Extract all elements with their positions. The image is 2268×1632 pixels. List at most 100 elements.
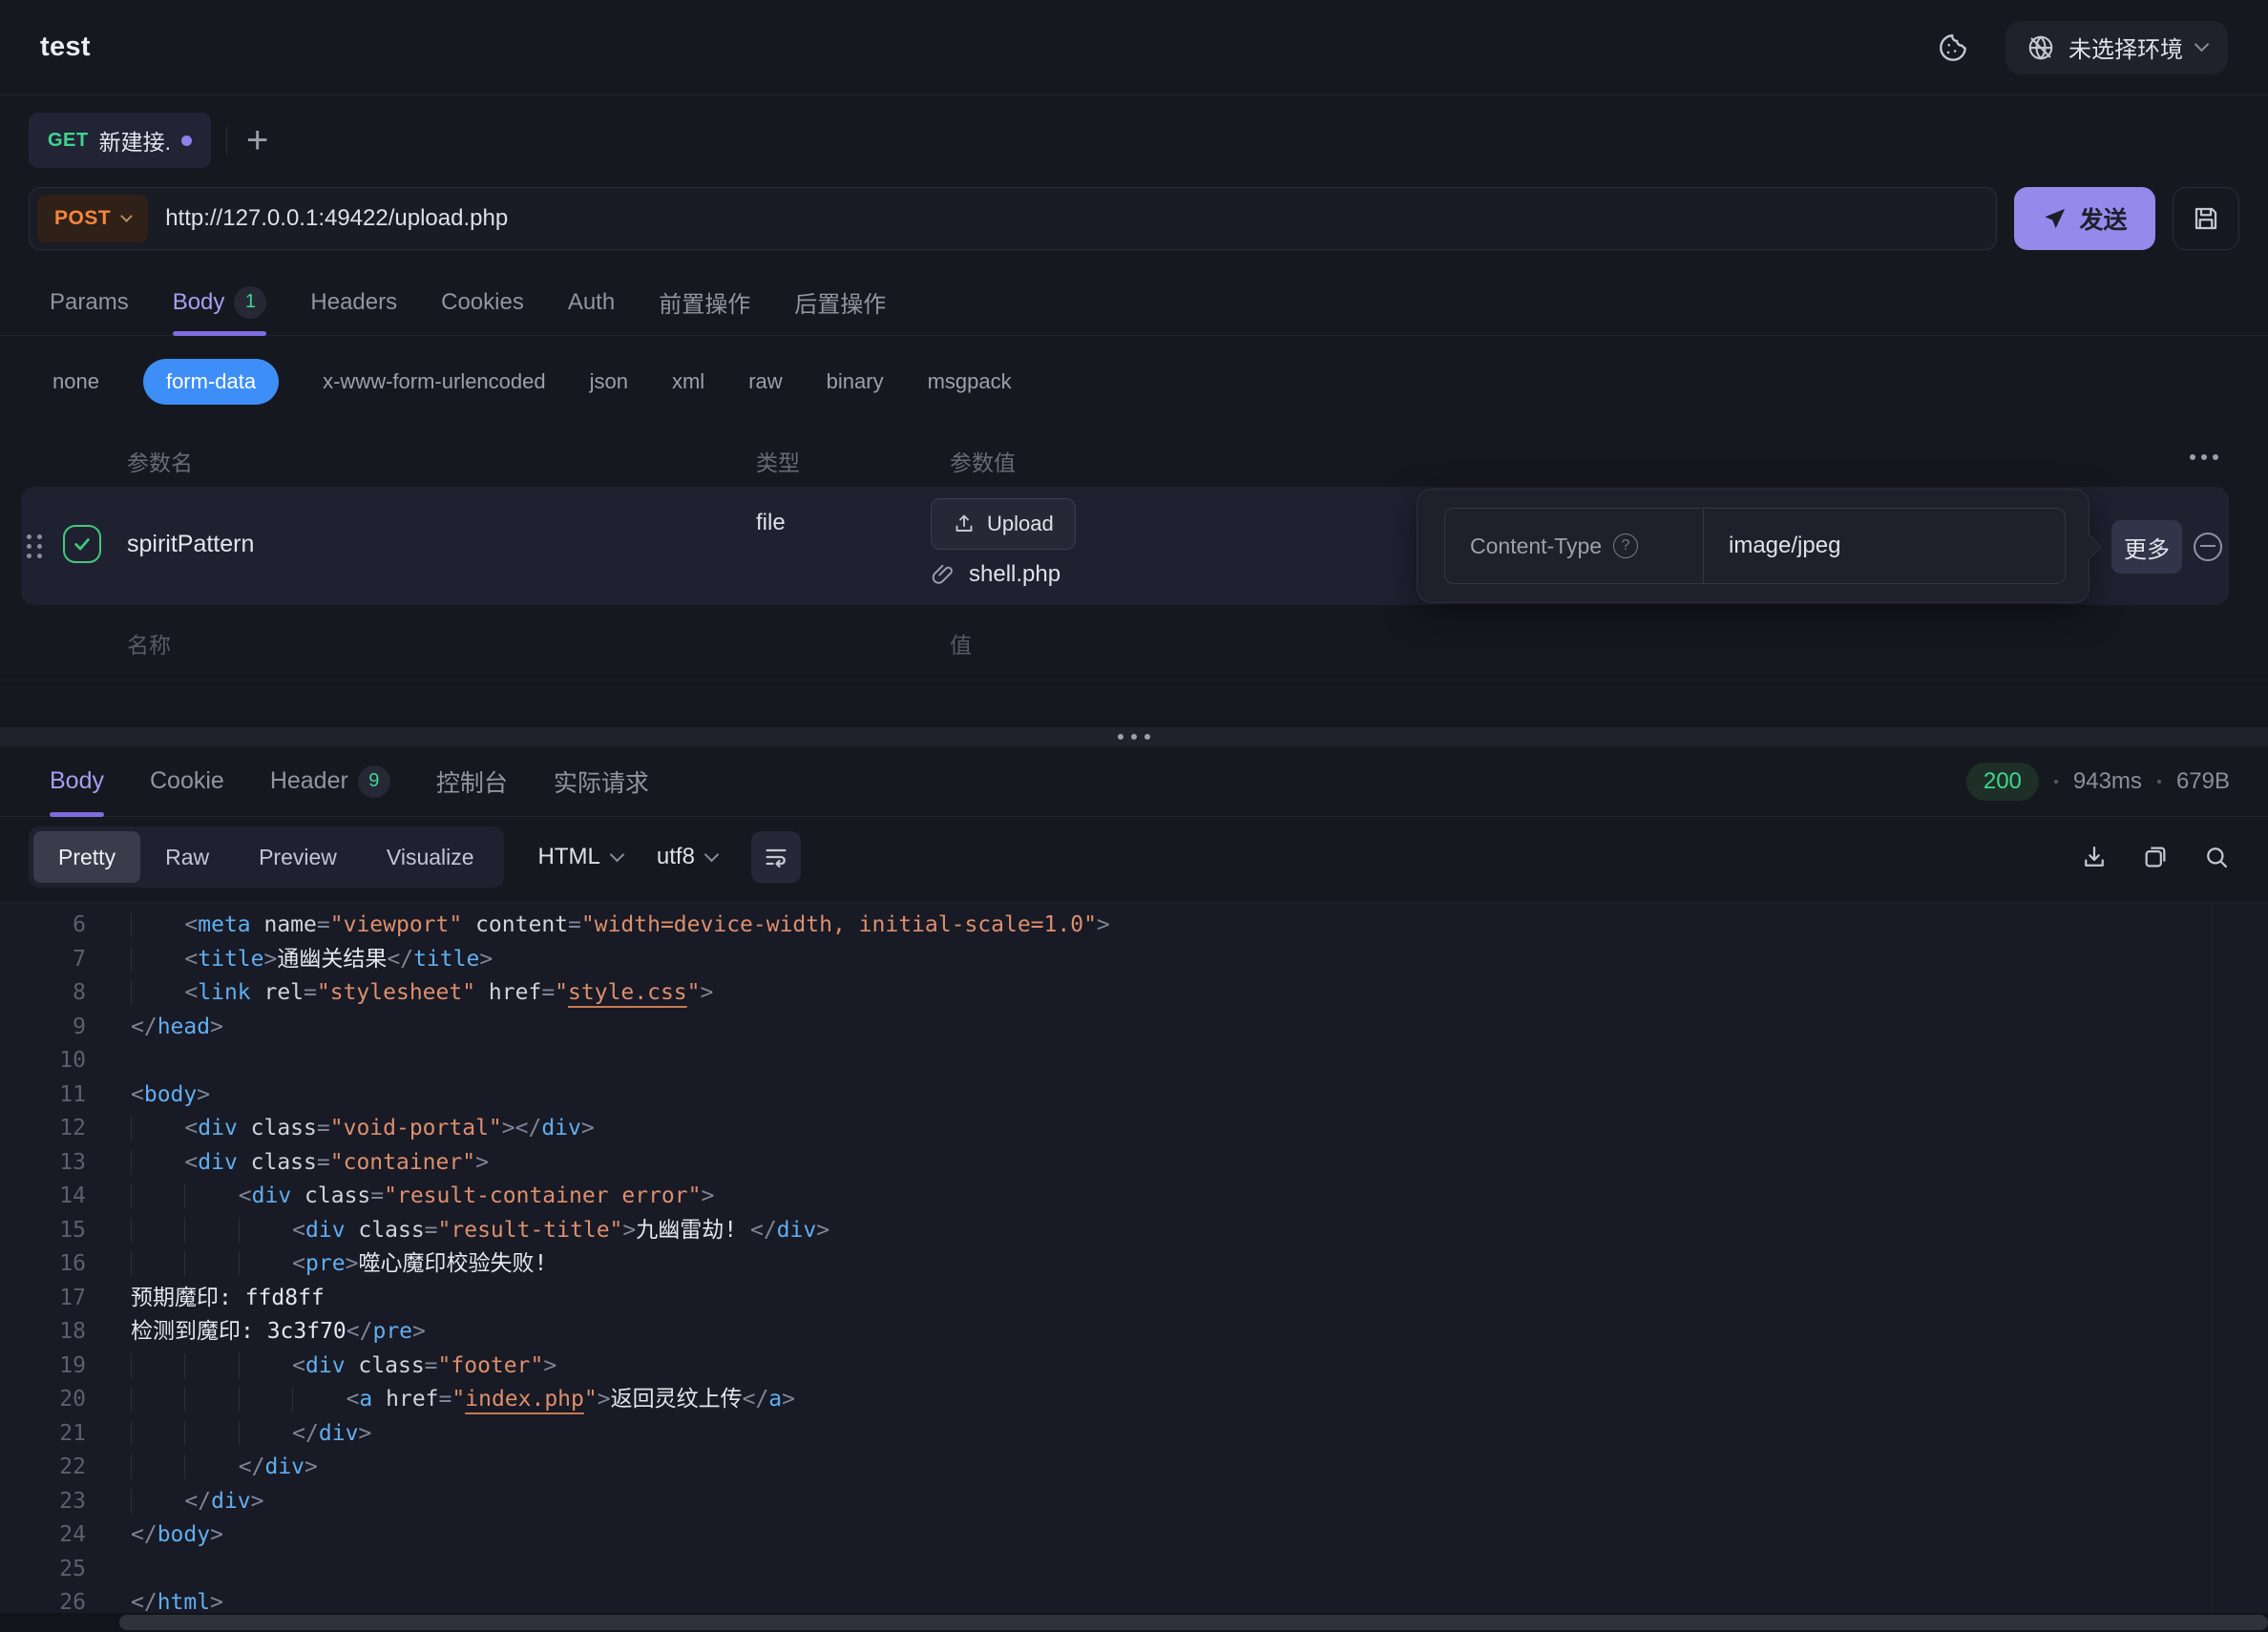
body-type-binary[interactable]: binary	[827, 369, 884, 394]
tab-cookies[interactable]: Cookies	[441, 269, 524, 335]
row-more-button[interactable]: 更多	[2111, 520, 2182, 574]
view-mode-preview[interactable]: Preview	[234, 831, 362, 883]
body-type-msgpack[interactable]: msgpack	[928, 369, 1012, 394]
tab-response-cookie[interactable]: Cookie	[150, 746, 224, 816]
status-badge: 200	[1966, 763, 2039, 801]
tab-auth[interactable]: Auth	[568, 269, 615, 335]
response-body-code[interactable]: 6 <meta name="viewport" content="width=d…	[0, 902, 2268, 1613]
code-line: 18检测到魔印: 3c3f70</pre>	[0, 1315, 2268, 1350]
tab-separator	[226, 126, 227, 155]
top-bar: test 未选择环境	[0, 0, 2268, 95]
table-more-icon[interactable]	[2190, 454, 2218, 460]
header-count-badge: 9	[358, 765, 390, 798]
tab-headers[interactable]: Headers	[310, 269, 397, 335]
upload-button[interactable]: Upload	[931, 498, 1076, 550]
view-mode-pretty[interactable]: Pretty	[33, 831, 140, 883]
meta-separator	[2054, 780, 2058, 784]
code-line: 25	[0, 1553, 2268, 1587]
view-mode-visualize[interactable]: Visualize	[362, 831, 499, 883]
code-line: 11<body>	[0, 1078, 2268, 1113]
code-line: 14 <div class="result-container error">	[0, 1180, 2268, 1214]
code-line: 26</html>	[0, 1586, 2268, 1613]
request-tab-method: GET	[48, 130, 89, 152]
language-dropdown[interactable]: HTML	[538, 844, 622, 870]
request-tab-strip: GET 新建接. +	[0, 96, 2268, 184]
help-icon[interactable]: ?	[1613, 534, 1638, 558]
language-label: HTML	[538, 844, 600, 870]
add-tab-button[interactable]: +	[246, 121, 268, 159]
encoding-label: utf8	[657, 844, 695, 870]
code-line: 21 </div>	[0, 1417, 2268, 1452]
url-input[interactable]: http://127.0.0.1:49422/upload.php	[165, 205, 508, 232]
body-type-raw[interactable]: raw	[748, 369, 782, 394]
url-bar: POST http://127.0.0.1:49422/upload.php	[29, 187, 1997, 250]
copy-icon[interactable]	[2142, 844, 2169, 870]
page-title: test	[40, 31, 91, 63]
response-meta: 200 943ms 679B	[1966, 746, 2230, 817]
param-name-input[interactable]: 名称	[127, 627, 171, 659]
param-name-value[interactable]: spiritPattern	[127, 531, 254, 558]
body-count-badge: 1	[234, 286, 266, 319]
code-line: 12 <div class="void-portal"></div>	[0, 1112, 2268, 1146]
download-icon[interactable]	[2081, 844, 2108, 870]
search-icon[interactable]	[2203, 844, 2230, 870]
method-label: POST	[54, 207, 111, 230]
method-dropdown[interactable]: POST	[37, 195, 148, 242]
code-line: 9</head>	[0, 1011, 2268, 1045]
content-type-input[interactable]: image/jpeg	[1704, 509, 2065, 583]
content-type-popup: Content-Type ? image/jpeg	[1417, 489, 2090, 603]
row-enabled-checkbox[interactable]	[63, 525, 101, 563]
view-mode-raw[interactable]: Raw	[140, 831, 234, 883]
code-line: 8 <link rel="stylesheet" href="style.css…	[0, 976, 2268, 1011]
panel-resize-handle[interactable]	[0, 727, 2268, 746]
horizontal-scrollbar	[0, 1613, 2268, 1632]
code-line: 13 <div class="container">	[0, 1146, 2268, 1181]
body-type-none[interactable]: none	[52, 369, 99, 394]
send-label: 发送	[2079, 201, 2127, 236]
param-type-value[interactable]: file	[756, 510, 786, 536]
tab-params[interactable]: Params	[50, 269, 129, 335]
scrollbar-track-border	[2212, 903, 2213, 1613]
code-line: 7 <title>通幽关结果</title>	[0, 943, 2268, 977]
tab-post-actions[interactable]: 后置操作	[794, 269, 886, 335]
tab-response-header[interactable]: Header 9	[270, 746, 390, 816]
environment-label: 未选择环境	[2068, 31, 2183, 64]
code-lines: 6 <meta name="viewport" content="width=d…	[0, 909, 2268, 1613]
body-type-form-data[interactable]: form-data	[143, 359, 279, 405]
tab-body[interactable]: Body 1	[173, 269, 267, 335]
cookie-icon[interactable]	[1937, 31, 1969, 64]
chevron-down-icon	[610, 847, 625, 862]
tab-console[interactable]: 控制台	[436, 746, 508, 816]
response-tool-icons	[2081, 844, 2230, 870]
code-line: 20 <a href="index.php">返回灵纹上传</a>	[0, 1383, 2268, 1417]
view-mode-switch: Pretty Raw Preview Visualize	[29, 826, 504, 888]
code-line: 17预期魔印: ffd8ff	[0, 1282, 2268, 1316]
tab-response-body[interactable]: Body	[50, 746, 104, 816]
word-wrap-button[interactable]	[751, 831, 801, 883]
param-value-input[interactable]: 值	[950, 627, 972, 659]
content-type-label: Content-Type	[1470, 534, 1602, 559]
request-section-tabs: Params Body 1 Headers Cookies Auth 前置操作 …	[0, 269, 2268, 336]
horizontal-scrollbar-thumb[interactable]	[119, 1615, 2268, 1630]
request-tab[interactable]: GET 新建接.	[29, 113, 211, 168]
environment-selector[interactable]: 未选择环境	[2006, 21, 2228, 74]
body-type-json[interactable]: json	[590, 369, 628, 394]
drag-handle-icon[interactable]	[27, 534, 43, 558]
topbar-actions: 未选择环境	[1937, 21, 2228, 74]
send-button[interactable]: 发送	[2014, 187, 2155, 250]
column-param-value: 参数值	[950, 445, 1016, 477]
code-line: 24</body>	[0, 1518, 2268, 1553]
remove-row-icon[interactable]	[2194, 533, 2222, 561]
tab-pre-actions[interactable]: 前置操作	[659, 269, 750, 335]
code-line: 10	[0, 1044, 2268, 1078]
attached-file[interactable]: shell.php	[931, 561, 1060, 588]
response-duration: 943ms	[2073, 768, 2142, 795]
body-type-urlencoded[interactable]: x-www-form-urlencoded	[323, 369, 546, 394]
save-button[interactable]	[2173, 187, 2239, 250]
word-wrap-icon	[763, 844, 789, 870]
body-type-xml[interactable]: xml	[672, 369, 704, 394]
upload-label: Upload	[987, 512, 1054, 536]
tab-actual-request[interactable]: 实际请求	[554, 746, 649, 816]
encoding-dropdown[interactable]: utf8	[657, 844, 717, 870]
chevron-down-icon	[2194, 37, 2210, 52]
